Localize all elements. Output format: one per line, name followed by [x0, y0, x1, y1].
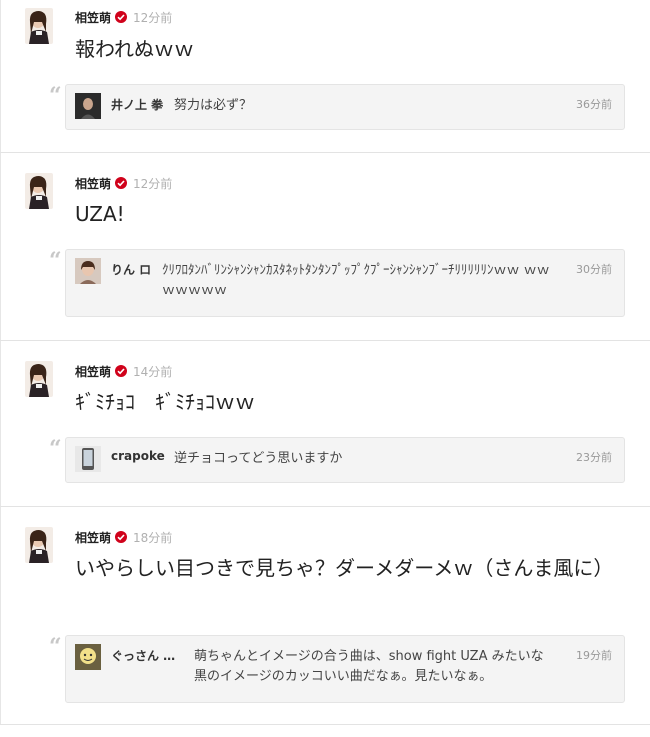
reply-time[interactable]: 30分前 — [576, 261, 612, 277]
post-message: ｷﾞﾐﾁｮｺ ｷﾞﾐﾁｮｺｗｗ — [75, 390, 255, 414]
reply-time[interactable]: 23分前 — [576, 449, 612, 465]
reply-author[interactable]: crapoke — [111, 449, 165, 463]
reply-box[interactable]: crapoke 逆チョコってどう思いますか 23分前 — [65, 437, 625, 483]
reply-time[interactable]: 36分前 — [576, 96, 612, 112]
post-message: いやらしい目つきで見ちゃ？ダーメダーメｗ（さんま風に） — [75, 556, 614, 580]
verified-check-icon — [115, 365, 128, 377]
reply-avatar[interactable] — [75, 644, 101, 670]
reply-box[interactable]: ぐっさん … 萌ちゃんとイメージの合う曲は、show fight UZA みたい… — [65, 635, 625, 703]
post-item: 相笠萌 18分前 いやらしい目つきで見ちゃ？ダーメダーメｗ（さんま風に） “ ぐ… — [0, 507, 650, 725]
reply-avatar[interactable] — [75, 258, 101, 284]
author-name[interactable]: 相笠萌 — [75, 529, 111, 546]
reply-avatar[interactable] — [75, 446, 101, 472]
author-name[interactable]: 相笠萌 — [75, 175, 111, 192]
author-name[interactable]: 相笠萌 — [75, 9, 111, 26]
verified-check-icon — [115, 531, 128, 543]
verified-check-icon — [115, 11, 128, 23]
reply-box[interactable]: りん ロ ｸﾘﾜﾛﾀﾝﾊﾞﾘﾝｼｬﾝｼｬﾝｶｽﾀﾈｯﾄﾀﾝﾀﾝﾌﾟｯﾌﾟｸﾌﾟｰ… — [65, 249, 625, 317]
reply-text: 萌ちゃんとイメージの合う曲は、show fight UZA みたいな黒のイメージ… — [194, 649, 544, 684]
post-time[interactable]: 14分前 — [133, 363, 172, 380]
quote-icon: “ — [49, 436, 62, 462]
post-time[interactable]: 18分前 — [133, 529, 172, 546]
comment-feed: 相笠萌 12分前 報われぬｗｗ “ 井ノ上 拳 努力は必ず？ 36分前 相笠萌 … — [0, 0, 650, 725]
reply-author[interactable]: ぐっさん … — [111, 647, 191, 664]
quote-icon: “ — [49, 83, 62, 109]
post-item: 相笠萌 14分前 ｷﾞﾐﾁｮｺ ｷﾞﾐﾁｮｺｗｗ “ crapoke 逆チョコっ… — [0, 341, 650, 507]
quote-icon: “ — [49, 634, 62, 660]
reply-text: 逆チョコってどう思いますか — [174, 451, 343, 466]
reply-text: ｸﾘﾜﾛﾀﾝﾊﾞﾘﾝｼｬﾝｼｬﾝｶｽﾀﾈｯﾄﾀﾝﾀﾝﾌﾟｯﾌﾟｸﾌﾟｰｼｬﾝｼｬ… — [162, 263, 550, 298]
author-name[interactable]: 相笠萌 — [75, 363, 111, 380]
post-message: 報われぬｗｗ — [75, 37, 194, 61]
reply-text: 努力は必ず？ — [174, 98, 253, 113]
author-avatar[interactable] — [25, 8, 53, 44]
post-time[interactable]: 12分前 — [133, 175, 172, 192]
reply-box[interactable]: 井ノ上 拳 努力は必ず？ 36分前 — [65, 84, 625, 130]
author-avatar[interactable] — [25, 527, 53, 563]
reply-avatar[interactable] — [75, 93, 101, 119]
post-item: 相笠萌 12分前 UZA! “ りん ロ ｸﾘﾜﾛﾀﾝﾊﾞﾘﾝｼｬﾝｼｬﾝｶｽﾀ… — [0, 153, 650, 341]
reply-author[interactable]: りん ロ — [111, 261, 151, 278]
verified-check-icon — [115, 177, 128, 189]
reply-time[interactable]: 19分前 — [576, 647, 612, 663]
author-avatar[interactable] — [25, 361, 53, 397]
post-item: 相笠萌 12分前 報われぬｗｗ “ 井ノ上 拳 努力は必ず？ 36分前 — [0, 0, 650, 153]
post-message: UZA! — [75, 202, 125, 226]
author-avatar[interactable] — [25, 173, 53, 209]
post-time[interactable]: 12分前 — [133, 9, 172, 26]
quote-icon: “ — [49, 248, 62, 274]
reply-author[interactable]: 井ノ上 拳 — [111, 96, 163, 113]
